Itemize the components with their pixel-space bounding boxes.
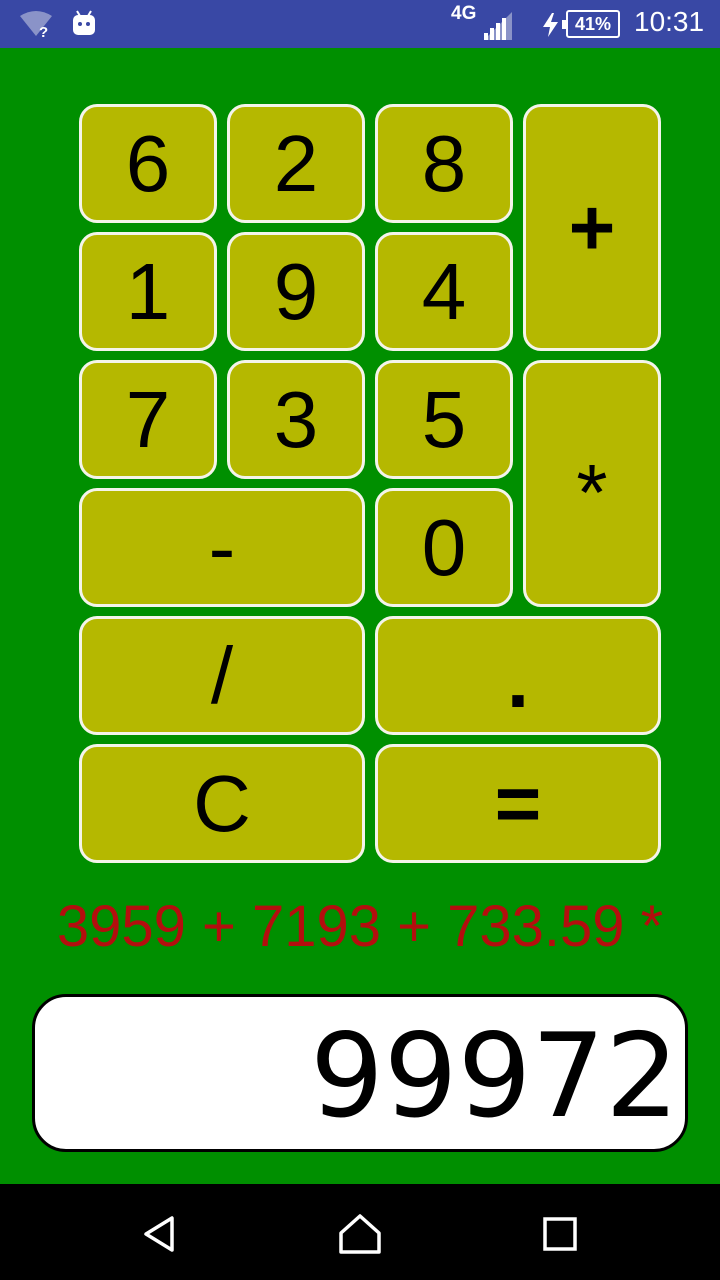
digit-2-button[interactable]: 2 (227, 104, 365, 223)
divide-button[interactable]: / (79, 616, 365, 735)
android-debug-icon (70, 9, 98, 42)
svg-text:?: ? (39, 24, 48, 38)
result-value: 99972 (309, 1009, 679, 1144)
digit-6-button[interactable]: 6 (79, 104, 217, 223)
multiply-button[interactable]: * (523, 360, 661, 607)
digit-3-button[interactable]: 3 (227, 360, 365, 479)
equals-button[interactable]: = (375, 744, 661, 863)
plus-button[interactable]: + (523, 104, 661, 351)
navigation-bar (0, 1184, 720, 1280)
result-display: 99972 (32, 994, 688, 1152)
digit-1-button[interactable]: 1 (79, 232, 217, 351)
back-icon[interactable] (136, 1210, 184, 1258)
charging-icon (541, 12, 561, 43)
wifi-unknown-icon: ? (18, 10, 54, 43)
digit-7-button[interactable]: 7 (79, 360, 217, 479)
network-type: 4G (451, 3, 477, 24)
clock: 10:31 (634, 6, 705, 37)
battery-percent: 41% (574, 14, 612, 34)
digit-9-button[interactable]: 9 (227, 232, 365, 351)
battery-icon: 41% (562, 10, 620, 38)
digit-4-button[interactable]: 4 (375, 232, 513, 351)
minus-button[interactable]: - (79, 488, 365, 607)
recents-icon[interactable] (536, 1210, 584, 1258)
expression-text: 3959 + 7193 + 733.59 * (56, 894, 664, 959)
home-icon[interactable] (336, 1210, 384, 1258)
digit-5-button[interactable]: 5 (375, 360, 513, 479)
clear-button[interactable]: C (79, 744, 365, 863)
status-bar: ? 4G 41% 10:31 (0, 0, 720, 48)
digit-0-button[interactable]: 0 (375, 488, 513, 607)
signal-icon (482, 11, 514, 46)
digit-8-button[interactable]: 8 (375, 104, 513, 223)
decimal-point-button[interactable]: . (375, 616, 661, 735)
